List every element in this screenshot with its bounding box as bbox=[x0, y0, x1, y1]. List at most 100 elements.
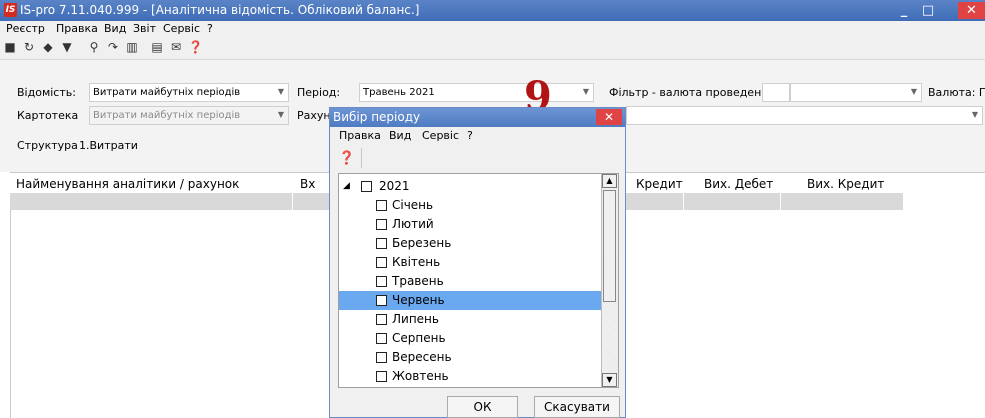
year-label: 2021 bbox=[379, 179, 410, 193]
scroll-down-button[interactable]: ▼ bbox=[602, 373, 617, 387]
filter-currency-code[interactable] bbox=[762, 83, 790, 102]
scroll-thumb[interactable] bbox=[603, 190, 616, 302]
month-label: Серпень bbox=[392, 331, 446, 345]
period-dialog: Вибір періоду ✕ Правка Вид Сервіс ? ❓ ◢ … bbox=[329, 107, 626, 418]
column-header-name[interactable]: Найменування аналітики / рахунок bbox=[16, 177, 239, 191]
chevron-down-icon: ▼ bbox=[277, 110, 284, 119]
menu-servis[interactable]: Сервіс bbox=[163, 22, 200, 35]
tree-row-month[interactable]: Лютий bbox=[339, 215, 602, 234]
month-checkbox[interactable] bbox=[376, 238, 387, 249]
search-icon[interactable]: ⚲ bbox=[87, 40, 101, 54]
column-header-closing-credit[interactable]: Вих. Кредит bbox=[807, 177, 884, 191]
title-bar: IS IS-pro 7.11.040.999 - [Аналітична від… bbox=[0, 0, 985, 21]
rakhunok-select[interactable]: ▼ bbox=[626, 106, 983, 125]
tree-row-month[interactable]: Березень bbox=[339, 234, 602, 253]
cancel-button[interactable]: Скасувати bbox=[534, 396, 620, 418]
period-value: Травень 2021 bbox=[363, 87, 435, 98]
dialog-menu-servis[interactable]: Сервіс bbox=[422, 129, 459, 142]
month-checkbox[interactable] bbox=[376, 219, 387, 230]
maximize-button[interactable]: □ bbox=[917, 2, 939, 19]
help-icon[interactable]: ❓ bbox=[338, 150, 356, 168]
month-label: Жовтень bbox=[392, 369, 449, 383]
menu-zvit[interactable]: Звіт bbox=[133, 22, 156, 35]
ok-button[interactable]: ОК bbox=[447, 396, 518, 418]
filter-currency-select[interactable]: ▼ bbox=[790, 83, 922, 102]
month-checkbox[interactable] bbox=[376, 314, 387, 325]
struktura-label: Структура bbox=[17, 139, 78, 152]
menu-help[interactable]: ? bbox=[207, 22, 213, 35]
year-checkbox[interactable] bbox=[361, 181, 372, 192]
column-header-opening[interactable]: Вх bbox=[300, 177, 315, 191]
month-checkbox[interactable] bbox=[376, 295, 387, 306]
month-checkbox[interactable] bbox=[376, 333, 387, 344]
dialog-menu-pravka[interactable]: Правка bbox=[339, 129, 381, 142]
menu-vyd[interactable]: Вид bbox=[104, 22, 126, 35]
refresh-icon[interactable]: ↻ bbox=[22, 40, 36, 54]
tree-row-month[interactable]: Вересень bbox=[339, 348, 602, 367]
kartoteka-value: Витрати майбутніх періодів bbox=[93, 110, 241, 121]
envelope-icon[interactable]: ✉ bbox=[169, 40, 183, 54]
tree-row-month[interactable]: Січень bbox=[339, 196, 602, 215]
dialog-title: Вибір періоду bbox=[333, 110, 421, 124]
valuta-label: Валюта: Г bbox=[928, 86, 985, 99]
vidomist-select[interactable]: Витрати майбутніх періодів ▼ bbox=[89, 83, 289, 102]
dialog-menu-help[interactable]: ? bbox=[467, 129, 473, 142]
month-label: Травень bbox=[392, 274, 444, 288]
tree-row-month[interactable]: Травень bbox=[339, 272, 602, 291]
close-button[interactable]: ✕ bbox=[958, 2, 985, 19]
filter-currency-label: Фільтр - валюта проведення bbox=[609, 86, 776, 99]
tree-row-month[interactable]: Квітень bbox=[339, 253, 602, 272]
month-label: Вересень bbox=[392, 350, 452, 364]
period-tree[interactable]: ◢ 2021 Січень Лютий Березень Квітень Тра… bbox=[338, 173, 619, 388]
period-select[interactable]: Травень 2021 ▼ bbox=[359, 83, 594, 102]
kartoteka-select[interactable]: Витрати майбутніх періодів ▼ bbox=[89, 106, 289, 125]
minimize-button[interactable]: _ bbox=[893, 2, 915, 19]
tree-row-month[interactable]: Липень bbox=[339, 310, 602, 329]
dialog-close-button[interactable]: ✕ bbox=[596, 109, 622, 125]
collapse-triangle-icon[interactable]: ◢ bbox=[343, 181, 350, 191]
month-label: Квітень bbox=[392, 255, 441, 269]
dialog-menu-vyd[interactable]: Вид bbox=[389, 129, 411, 142]
month-checkbox[interactable] bbox=[376, 352, 387, 363]
tree-row-month-selected[interactable]: Червень bbox=[339, 291, 602, 310]
month-label: Червень bbox=[392, 293, 445, 307]
period-label: Період: bbox=[297, 86, 341, 99]
month-label: Лютий bbox=[392, 217, 434, 231]
document-icon[interactable]: ▤ bbox=[150, 40, 164, 54]
help-icon[interactable]: ❓ bbox=[188, 40, 203, 54]
find-next-icon[interactable]: ↷ bbox=[106, 40, 120, 54]
folder-icon[interactable]: ■ bbox=[3, 40, 17, 54]
chevron-down-icon: ▼ bbox=[971, 110, 978, 119]
dialog-title-bar: Вибір періоду ✕ bbox=[330, 108, 625, 127]
month-checkbox[interactable] bbox=[376, 200, 387, 211]
month-label: Березень bbox=[392, 236, 452, 250]
window-title: IS-pro 7.11.040.999 - [Аналітична відомі… bbox=[20, 3, 420, 17]
scroll-up-button[interactable]: ▲ bbox=[602, 174, 617, 188]
month-label: Січень bbox=[392, 198, 434, 212]
month-checkbox[interactable] bbox=[376, 276, 387, 287]
tree-row-month[interactable]: Жовтень bbox=[339, 367, 602, 386]
toolbar-divider bbox=[361, 148, 362, 168]
tree-row-year[interactable]: ◢ 2021 bbox=[339, 177, 602, 196]
menu-pravka[interactable]: Правка bbox=[56, 22, 98, 35]
app-logo-icon: IS bbox=[4, 3, 17, 17]
columns-icon[interactable]: ▥ bbox=[125, 40, 139, 54]
menu-reiestr[interactable]: Реєстр bbox=[6, 22, 45, 35]
tree-row-month[interactable]: Серпень bbox=[339, 329, 602, 348]
tree-scrollbar[interactable]: ▲ ▼ bbox=[601, 174, 618, 387]
funnel-icon[interactable]: ▼ bbox=[60, 40, 74, 54]
column-header-closing-debit[interactable]: Вих. Дебет bbox=[704, 177, 773, 191]
struktura-value: 1.Витрати bbox=[79, 139, 138, 152]
month-checkbox[interactable] bbox=[376, 257, 387, 268]
rakhunok-label: Рахун bbox=[297, 109, 331, 122]
filter-icon[interactable]: ◆ bbox=[41, 40, 55, 54]
chevron-down-icon: ▼ bbox=[277, 87, 284, 96]
toolbar: ■ ↻ ◆ ▼ ⚲ ↷ ▥ ▤ ✉ ❓ bbox=[0, 37, 985, 60]
vidomist-value: Витрати майбутніх періодів bbox=[93, 87, 241, 98]
chevron-down-icon: ▼ bbox=[910, 87, 917, 96]
column-header-credit[interactable]: Кредит bbox=[636, 177, 683, 191]
vidomist-label: Відомість: bbox=[17, 86, 76, 99]
month-checkbox[interactable] bbox=[376, 371, 387, 382]
month-label: Липень bbox=[392, 312, 439, 326]
kartoteka-label: Картотека bbox=[17, 109, 79, 122]
